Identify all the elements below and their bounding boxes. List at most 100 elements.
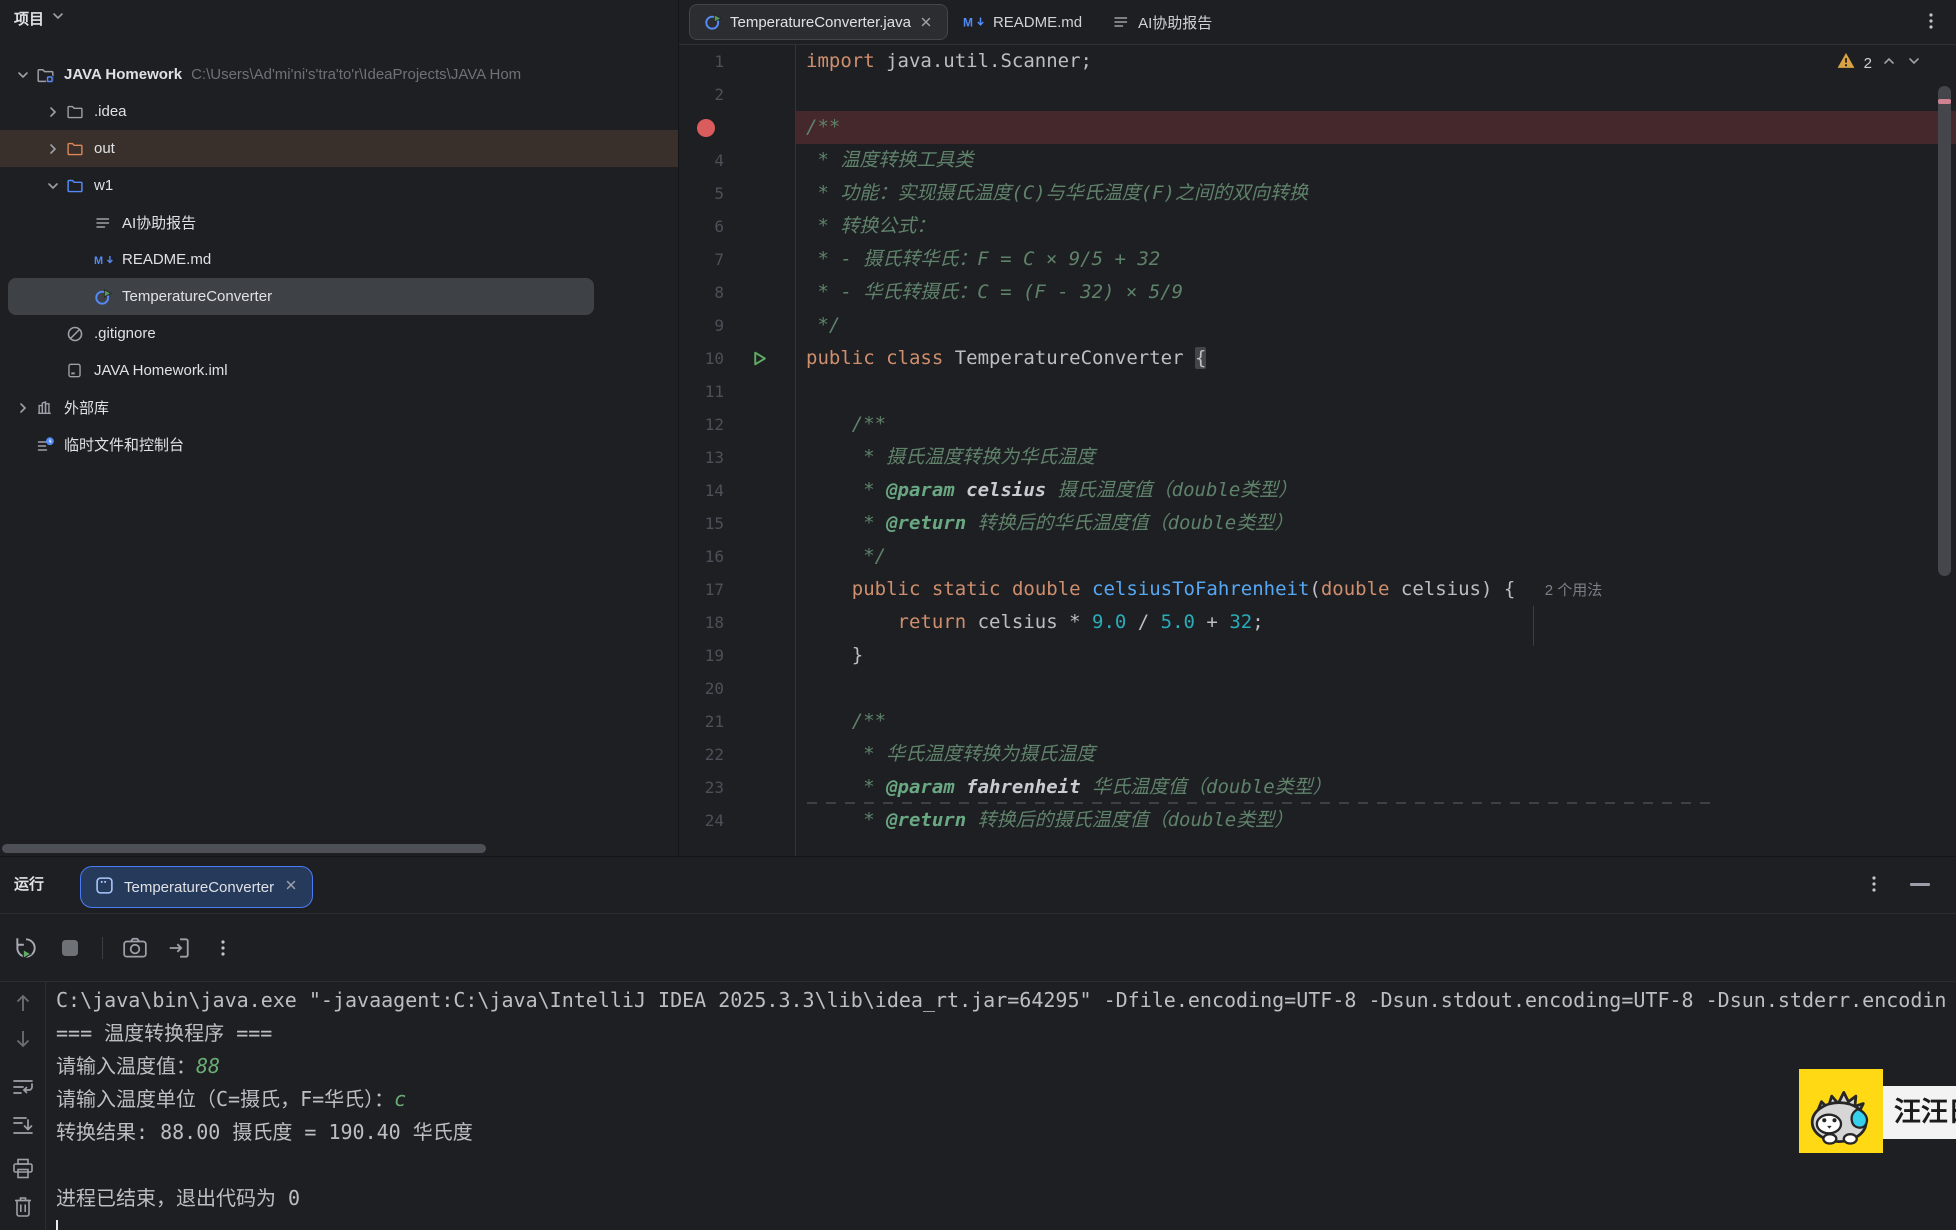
code-line-4[interactable]: * 温度转换工具类: [796, 144, 1956, 177]
tree-item-java-homework[interactable]: JAVA HomeworkC:\Users\Ad'mi'ni's'tra'to'…: [0, 56, 678, 93]
editor-options-kebab-icon[interactable]: [1920, 10, 1942, 32]
gutter-row[interactable]: 8: [679, 276, 795, 309]
prev-problem-chevron-up-icon[interactable]: [1881, 53, 1897, 74]
tree-item-readme[interactable]: MREADME.md: [0, 241, 678, 278]
code-token: * 功能：实现摄氏温度(C)与华氏温度(F)之间的双向转换: [806, 182, 1308, 204]
chevron-down-icon[interactable]: [10, 67, 36, 83]
code-line-13[interactable]: * 摄氏温度转换为华氏温度: [796, 441, 1956, 474]
tree-item-w1-folder[interactable]: w1: [0, 167, 678, 204]
gutter-row[interactable]: 18: [679, 606, 795, 639]
code-line-5[interactable]: * 功能：实现摄氏温度(C)与华氏温度(F)之间的双向转换: [796, 177, 1956, 210]
gutter-row[interactable]: 9: [679, 309, 795, 342]
editor-scrollbar[interactable]: [1938, 44, 1952, 856]
gutter-row[interactable]: 10: [679, 342, 795, 375]
code-line-9[interactable]: */: [796, 309, 1956, 342]
run-class-gutter[interactable]: [724, 350, 794, 367]
console-output[interactable]: C:\java\bin\java.exe "-javaagent:C:\java…: [45, 982, 1956, 1230]
code-line-2[interactable]: [796, 78, 1956, 111]
code-line-17[interactable]: public static double celsiusToFahrenheit…: [796, 573, 1956, 606]
gutter-row[interactable]: 20: [679, 672, 795, 705]
trash-button[interactable]: [9, 1194, 37, 1220]
error-stripe-mark[interactable]: [1938, 99, 1951, 104]
gutter-row[interactable]: 6: [679, 210, 795, 243]
code-line-3[interactable]: /**: [796, 111, 1956, 144]
gutter-row[interactable]: 4: [679, 144, 795, 177]
run-configuration-tab[interactable]: TemperatureConverter: [80, 866, 313, 908]
gutter-row[interactable]: 21: [679, 705, 795, 738]
code-line-21[interactable]: /**: [796, 705, 1956, 738]
run-options-kebab-icon[interactable]: [1866, 874, 1882, 899]
gutter-row[interactable]: 15: [679, 507, 795, 540]
gutter-row[interactable]: 11: [679, 375, 795, 408]
gutter-row[interactable]: 19: [679, 639, 795, 672]
code-line-1[interactable]: import java.util.Scanner;: [796, 45, 1956, 78]
next-problem-chevron-down-icon[interactable]: [1906, 53, 1922, 74]
gutter-row[interactable]: 1: [679, 45, 795, 78]
line-number: 16: [679, 547, 724, 566]
gutter-row[interactable]: 12: [679, 408, 795, 441]
chevron-right-icon[interactable]: [40, 104, 66, 120]
kebab-button[interactable]: [209, 934, 237, 962]
chevron-down-icon[interactable]: [40, 178, 66, 194]
stop-button[interactable]: [56, 934, 84, 962]
scroll-end-button[interactable]: [9, 1112, 37, 1138]
code-line-22[interactable]: * 华氏温度转换为摄氏温度: [796, 738, 1956, 771]
code-line-24[interactable]: * @return 转换后的摄氏温度值（double类型）: [796, 804, 1956, 837]
tree-item-ai-report[interactable]: AI协助报告: [0, 204, 678, 241]
gutter-row[interactable]: 14: [679, 474, 795, 507]
code-line-6[interactable]: * 转换公式：: [796, 210, 1956, 243]
tree-item-external-libraries[interactable]: 外部库: [0, 389, 678, 426]
soft-wrap-button[interactable]: [9, 1074, 37, 1100]
editor-tab-temperature-converter-java[interactable]: TemperatureConverter.java: [689, 4, 948, 40]
gutter-row[interactable]: 17: [679, 573, 795, 606]
gutter-row[interactable]: 22: [679, 738, 795, 771]
code-line-11[interactable]: [796, 375, 1956, 408]
editor-tab-ai-report[interactable]: AI协助报告: [1097, 4, 1227, 40]
line-number: 10: [679, 349, 724, 368]
code-line-18[interactable]: return celsius * 9.0 / 5.0 + 32;: [796, 606, 1956, 639]
printer-button[interactable]: [9, 1156, 37, 1182]
gutter-row[interactable]: 13: [679, 441, 795, 474]
hide-tool-window-icon[interactable]: [1910, 883, 1930, 886]
camera-button[interactable]: [121, 934, 149, 962]
rerun-button[interactable]: [12, 934, 40, 962]
tree-item-scratches[interactable]: 临时文件和控制台: [0, 426, 678, 463]
chevron-right-icon[interactable]: [10, 400, 36, 416]
pet-widget-label[interactable]: 汪汪日记: [1872, 1086, 1956, 1139]
chevron-right-icon[interactable]: [40, 141, 66, 157]
code-line-8[interactable]: * - 华氏转摄氏：C = (F - 32) × 5/9: [796, 276, 1956, 309]
gutter-row[interactable]: 2: [679, 78, 795, 111]
code-line-16[interactable]: */: [796, 540, 1956, 573]
code-line-23[interactable]: * @param fahrenheit 华氏温度值（double类型）: [796, 771, 1956, 804]
project-panel-header[interactable]: 项目: [14, 4, 66, 32]
pet-widget-dog-image[interactable]: [1799, 1069, 1883, 1153]
gutter-row[interactable]: 23: [679, 771, 795, 804]
gutter-row[interactable]: 5: [679, 177, 795, 210]
gutter-row[interactable]: [679, 111, 795, 144]
gutter-row[interactable]: 24: [679, 804, 795, 837]
project-horizontal-scrollbar[interactable]: [2, 844, 486, 853]
code-line-14[interactable]: * @param celsius 摄氏温度值（double类型）: [796, 474, 1956, 507]
code-viewport[interactable]: import java.util.Scanner; /** * 温度转换工具类 *…: [796, 45, 1956, 837]
close-icon[interactable]: [284, 878, 298, 896]
code-line-20[interactable]: [796, 672, 1956, 705]
code-line-15[interactable]: * @return 转换后的华氏温度值（double类型）: [796, 507, 1956, 540]
close-icon[interactable]: [919, 15, 933, 29]
editor-tab-readme-md[interactable]: MREADME.md: [948, 4, 1097, 40]
code-line-12[interactable]: /**: [796, 408, 1956, 441]
breakpoint-dot[interactable]: [697, 119, 715, 137]
code-line-7[interactable]: * - 摄氏转华氏：F = C × 9/5 + 32: [796, 243, 1956, 276]
gutter-row[interactable]: 16: [679, 540, 795, 573]
tree-item-gitignore[interactable]: .gitignore: [0, 315, 678, 352]
editor-scrollbar-thumb[interactable]: [1938, 86, 1951, 576]
tree-item-iml-file[interactable]: JAVA Homework.iml: [0, 352, 678, 389]
gutter-row[interactable]: 7: [679, 243, 795, 276]
tree-item-idea-folder[interactable]: .idea: [0, 93, 678, 130]
code-line-10[interactable]: public class TemperatureConverter {: [796, 342, 1956, 375]
arrow-down-button[interactable]: [9, 1026, 37, 1052]
exit-button[interactable]: [165, 934, 193, 962]
tree-item-temperature-converter[interactable]: TemperatureConverter: [8, 278, 594, 315]
tree-item-out-folder[interactable]: out: [0, 130, 678, 167]
code-line-19[interactable]: }: [796, 639, 1956, 672]
arrow-up-button[interactable]: [9, 990, 37, 1016]
